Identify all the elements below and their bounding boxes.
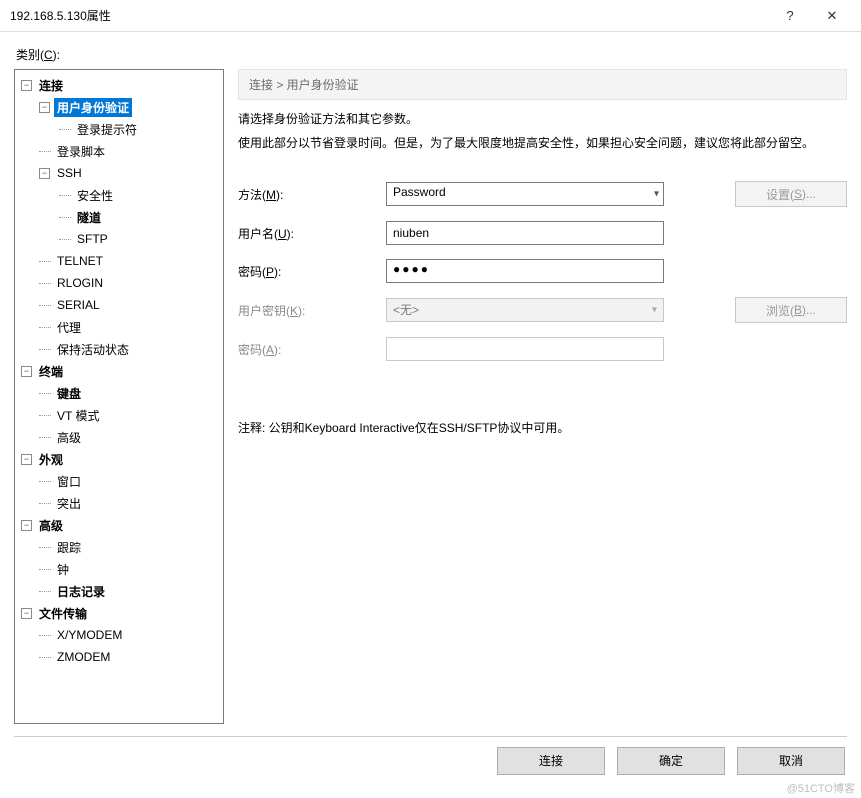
tree-line-icon bbox=[39, 437, 51, 438]
row-password: 密码(P): ●●●● bbox=[238, 259, 847, 283]
collapse-icon[interactable]: − bbox=[39, 168, 50, 179]
tree-item-file-transfer[interactable]: − 文件传输 bbox=[17, 602, 221, 624]
method-select[interactable]: Password ▾ bbox=[386, 182, 664, 206]
tree-item-terminal[interactable]: − 终端 bbox=[17, 360, 221, 382]
tree-item-appearance[interactable]: − 外观 bbox=[17, 448, 221, 470]
tree-line-icon bbox=[39, 261, 51, 262]
tree-item-sftp[interactable]: SFTP bbox=[17, 228, 221, 250]
tree-item-vt-mode[interactable]: VT 模式 bbox=[17, 404, 221, 426]
row-passphrase: 密码(A): bbox=[238, 337, 847, 361]
row-method: 方法(M): Password ▾ 设置(S)... bbox=[238, 181, 847, 207]
tree-line-icon bbox=[39, 349, 51, 350]
tree-line-icon bbox=[59, 129, 71, 130]
row-userkey: 用户密钥(K): <无> ▾ 浏览(B)... bbox=[238, 297, 847, 323]
password-label: 密码(P): bbox=[238, 263, 376, 280]
tree-line-icon bbox=[39, 283, 51, 284]
username-label: 用户名(U): bbox=[238, 225, 376, 242]
collapse-icon[interactable]: − bbox=[21, 454, 32, 465]
tree-item-logging[interactable]: 日志记录 bbox=[17, 580, 221, 602]
main-row: − 连接 − 用户身份验证 登录提示符 登录脚本 − SSH bbox=[14, 69, 847, 724]
tree-item-connection[interactable]: − 连接 bbox=[17, 74, 221, 96]
tree-item-login-script[interactable]: 登录脚本 bbox=[17, 140, 221, 162]
tree-item-ssh[interactable]: − SSH bbox=[17, 162, 221, 184]
window-title: 192.168.5.130属性 bbox=[10, 7, 769, 24]
userkey-value: <无> bbox=[393, 303, 419, 317]
tree-item-keepalive[interactable]: 保持活动状态 bbox=[17, 338, 221, 360]
tree-item-advanced[interactable]: − 高级 bbox=[17, 514, 221, 536]
breadcrumb: 连接 > 用户身份验证 bbox=[238, 69, 847, 100]
tree-item-rlogin[interactable]: RLOGIN bbox=[17, 272, 221, 294]
collapse-icon[interactable]: − bbox=[21, 366, 32, 377]
chevron-down-icon: ▾ bbox=[652, 305, 657, 316]
browse-button[interactable]: 浏览(B)... bbox=[735, 297, 847, 323]
tree-item-keyboard[interactable]: 键盘 bbox=[17, 382, 221, 404]
tree-line-icon bbox=[39, 327, 51, 328]
tree-item-security[interactable]: 安全性 bbox=[17, 184, 221, 206]
tree-line-icon bbox=[59, 195, 71, 196]
tree-line-icon bbox=[39, 657, 51, 658]
tree-item-login-prompt[interactable]: 登录提示符 bbox=[17, 118, 221, 140]
category-label: 类别(C): bbox=[16, 46, 847, 63]
tree-line-icon bbox=[39, 393, 51, 394]
tree-item-window[interactable]: 窗口 bbox=[17, 470, 221, 492]
ok-button[interactable]: 确定 bbox=[617, 747, 725, 775]
cancel-button[interactable]: 取消 bbox=[737, 747, 845, 775]
titlebar: 192.168.5.130属性 ? ✕ bbox=[0, 0, 861, 32]
category-tree[interactable]: − 连接 − 用户身份验证 登录提示符 登录脚本 − SSH bbox=[14, 69, 224, 724]
tree-line-icon bbox=[39, 415, 51, 416]
dialog-button-bar: 连接 确定 取消 bbox=[14, 736, 847, 784]
tree-line-icon bbox=[59, 217, 71, 218]
collapse-icon[interactable]: − bbox=[21, 520, 32, 531]
collapse-icon[interactable]: − bbox=[21, 80, 32, 91]
tree-item-bell[interactable]: 钟 bbox=[17, 558, 221, 580]
tree-line-icon bbox=[39, 569, 51, 570]
dialog-body: 类别(C): − 连接 − 用户身份验证 登录提示符 登录脚 bbox=[0, 32, 861, 798]
tree-item-xymodem[interactable]: X/YMODEM bbox=[17, 624, 221, 646]
tree-line-icon bbox=[39, 591, 51, 592]
tree-line-icon bbox=[39, 503, 51, 504]
method-label: 方法(M): bbox=[238, 186, 376, 203]
chevron-down-icon: ▾ bbox=[654, 189, 659, 200]
content-pane: 连接 > 用户身份验证 请选择身份验证方法和其它参数。 使用此部分以节省登录时间… bbox=[238, 69, 847, 724]
tree-item-tunnel[interactable]: 隧道 bbox=[17, 206, 221, 228]
password-input[interactable]: ●●●● bbox=[386, 259, 664, 283]
tree-item-zmodem[interactable]: ZMODEM bbox=[17, 646, 221, 668]
tree-item-proxy[interactable]: 代理 bbox=[17, 316, 221, 338]
collapse-icon[interactable]: − bbox=[21, 608, 32, 619]
help-button[interactable]: ? bbox=[769, 2, 811, 30]
passphrase-input bbox=[386, 337, 664, 361]
tree-line-icon bbox=[39, 547, 51, 548]
tree-item-telnet[interactable]: TELNET bbox=[17, 250, 221, 272]
tree-line-icon bbox=[39, 305, 51, 306]
tree-line-icon bbox=[59, 239, 71, 240]
tree-item-highlight[interactable]: 突出 bbox=[17, 492, 221, 514]
username-input[interactable] bbox=[386, 221, 664, 245]
passphrase-label: 密码(A): bbox=[238, 341, 376, 358]
tree-line-icon bbox=[39, 635, 51, 636]
description-1: 请选择身份验证方法和其它参数。 bbox=[238, 110, 847, 127]
note-text: 注释: 公钥和Keyboard Interactive仅在SSH/SFTP协议中… bbox=[238, 419, 847, 436]
userkey-label: 用户密钥(K): bbox=[238, 302, 376, 319]
method-value: Password bbox=[393, 185, 446, 199]
close-button[interactable]: ✕ bbox=[811, 2, 853, 30]
collapse-icon[interactable]: − bbox=[39, 102, 50, 113]
tree-line-icon bbox=[39, 481, 51, 482]
row-username: 用户名(U): bbox=[238, 221, 847, 245]
tree-line-icon bbox=[39, 151, 51, 152]
tree-item-user-auth[interactable]: − 用户身份验证 bbox=[17, 96, 221, 118]
description-2: 使用此部分以节省登录时间。但是，为了最大限度地提高安全性，如果担心安全问题，建议… bbox=[238, 133, 847, 153]
connect-button[interactable]: 连接 bbox=[497, 747, 605, 775]
tree-item-adv-term[interactable]: 高级 bbox=[17, 426, 221, 448]
userkey-combo: <无> ▾ bbox=[386, 298, 664, 322]
tree-item-trace[interactable]: 跟踪 bbox=[17, 536, 221, 558]
settings-button: 设置(S)... bbox=[735, 181, 847, 207]
tree-item-serial[interactable]: SERIAL bbox=[17, 294, 221, 316]
